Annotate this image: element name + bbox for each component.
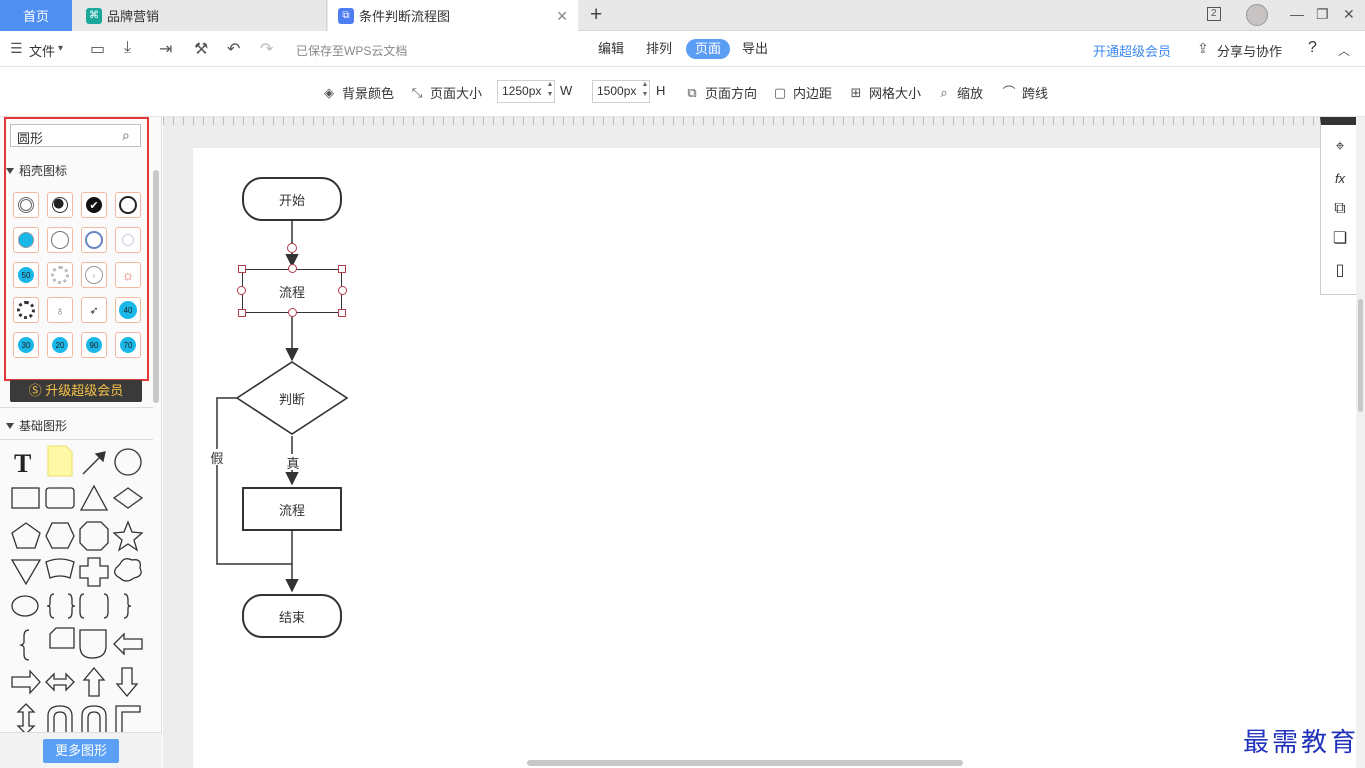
connector-decision-false[interactable] xyxy=(216,397,292,565)
document-icon[interactable]: ▯ xyxy=(1330,261,1350,281)
connection-point[interactable] xyxy=(338,286,347,295)
false-label: 假 xyxy=(209,449,225,466)
right-tool-panel: ⌖ fx ⧉ ❏ ▯ xyxy=(1320,117,1358,295)
watermark: 最需教育 xyxy=(1243,728,1360,758)
connection-point[interactable] xyxy=(288,264,297,273)
flowchart-connectors xyxy=(216,221,349,593)
process-node-selected[interactable]: 流程 xyxy=(242,269,342,313)
resize-handle[interactable] xyxy=(338,265,346,273)
navigator-icon[interactable]: ⌖ xyxy=(1330,137,1350,157)
connection-point[interactable] xyxy=(237,286,246,295)
vertical-scroll-thumb[interactable] xyxy=(1358,299,1363,412)
true-label: 真 xyxy=(285,454,301,471)
resize-handle[interactable] xyxy=(338,309,346,317)
resize-handle[interactable] xyxy=(238,309,246,317)
process-node-label: 流程 xyxy=(278,502,305,518)
decision-node-label: 判断 xyxy=(278,391,305,407)
start-node[interactable]: 开始 xyxy=(242,177,342,221)
page-setup-icon[interactable]: ⧉ xyxy=(1330,199,1350,219)
horizontal-scroll-thumb[interactable] xyxy=(527,760,963,766)
connection-point[interactable] xyxy=(287,243,297,253)
process-node[interactable]: 流程 xyxy=(242,487,342,531)
pages-icon[interactable]: ❏ xyxy=(1330,229,1350,249)
process-node-label: 流程 xyxy=(278,284,305,300)
vertical-scrollbar[interactable] xyxy=(1356,117,1365,768)
end-node-label: 结束 xyxy=(278,609,305,625)
resize-handle[interactable] xyxy=(238,265,246,273)
formula-icon[interactable]: fx xyxy=(1330,169,1350,189)
end-node[interactable]: 结束 xyxy=(242,594,342,638)
start-node-label: 开始 xyxy=(278,192,305,208)
connection-point[interactable] xyxy=(288,308,297,317)
